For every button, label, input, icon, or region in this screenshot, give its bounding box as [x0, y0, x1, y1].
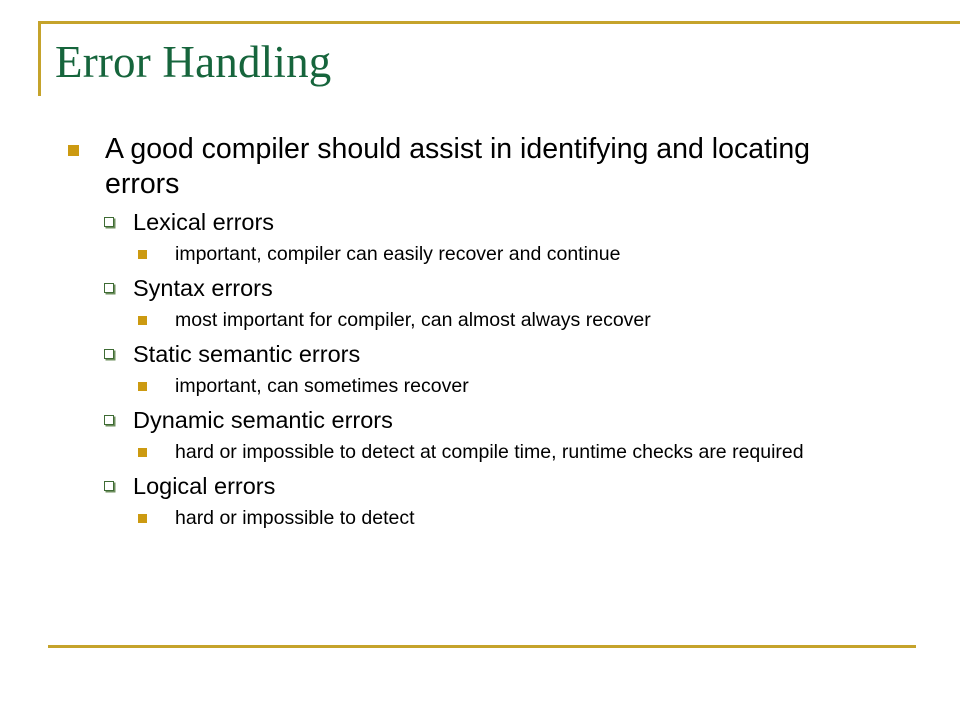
- bullet-text: important, can sometimes recover: [175, 375, 469, 397]
- bullet-text: Lexical errors: [133, 209, 275, 235]
- bullet-item-level1: A good compiler should assist in identif…: [0, 132, 960, 202]
- bullet-item-level2: Lexical errors: [0, 207, 960, 237]
- bullet-text: Logical errors: [133, 473, 276, 499]
- bullet-item-level2: Static semantic errors: [0, 339, 960, 369]
- slide-title: Error Handling: [55, 37, 332, 87]
- bullet-text: important, compiler can easily recover a…: [175, 243, 621, 265]
- bullet-text: Static semantic errors: [133, 341, 361, 367]
- bullet-item-level2: Logical errors: [0, 471, 960, 501]
- hollow-square-bullet-icon: [104, 481, 114, 491]
- slide-body-content: A good compiler should assist in identif…: [0, 132, 960, 532]
- left-border-rule: [38, 21, 41, 96]
- bullet-item-level3: important, compiler can easily recover a…: [0, 241, 960, 268]
- bullet-item-level3: hard or impossible to detect: [0, 505, 960, 532]
- bullet-text: Syntax errors: [133, 275, 273, 301]
- bottom-border-rule: [48, 645, 916, 648]
- bullet-item-level3: hard or impossible to detect at compile …: [0, 439, 960, 466]
- bullet-item-level3: important, can sometimes recover: [0, 373, 960, 400]
- bullet-text: hard or impossible to detect: [175, 507, 415, 529]
- bullet-text: most important for compiler, can almost …: [175, 309, 651, 331]
- hollow-square-bullet-icon: [104, 217, 114, 227]
- small-filled-square-bullet-icon: [138, 382, 147, 391]
- filled-square-bullet-icon: [68, 145, 79, 156]
- bullet-item-level3: most important for compiler, can almost …: [0, 307, 960, 334]
- small-filled-square-bullet-icon: [138, 514, 147, 523]
- bullet-text: A good compiler should assist in identif…: [105, 133, 811, 200]
- hollow-square-bullet-icon: [104, 283, 114, 293]
- bullet-item-level2: Syntax errors: [0, 273, 960, 303]
- small-filled-square-bullet-icon: [138, 316, 147, 325]
- presentation-slide: Error Handling A good compiler should as…: [0, 0, 960, 720]
- small-filled-square-bullet-icon: [138, 250, 147, 259]
- bullet-text: Dynamic semantic errors: [133, 407, 393, 433]
- bullet-item-level2: Dynamic semantic errors: [0, 405, 960, 435]
- top-border-rule: [38, 21, 960, 24]
- small-filled-square-bullet-icon: [138, 448, 147, 457]
- hollow-square-bullet-icon: [104, 349, 114, 359]
- bullet-text: hard or impossible to detect at compile …: [175, 441, 804, 463]
- hollow-square-bullet-icon: [104, 415, 114, 425]
